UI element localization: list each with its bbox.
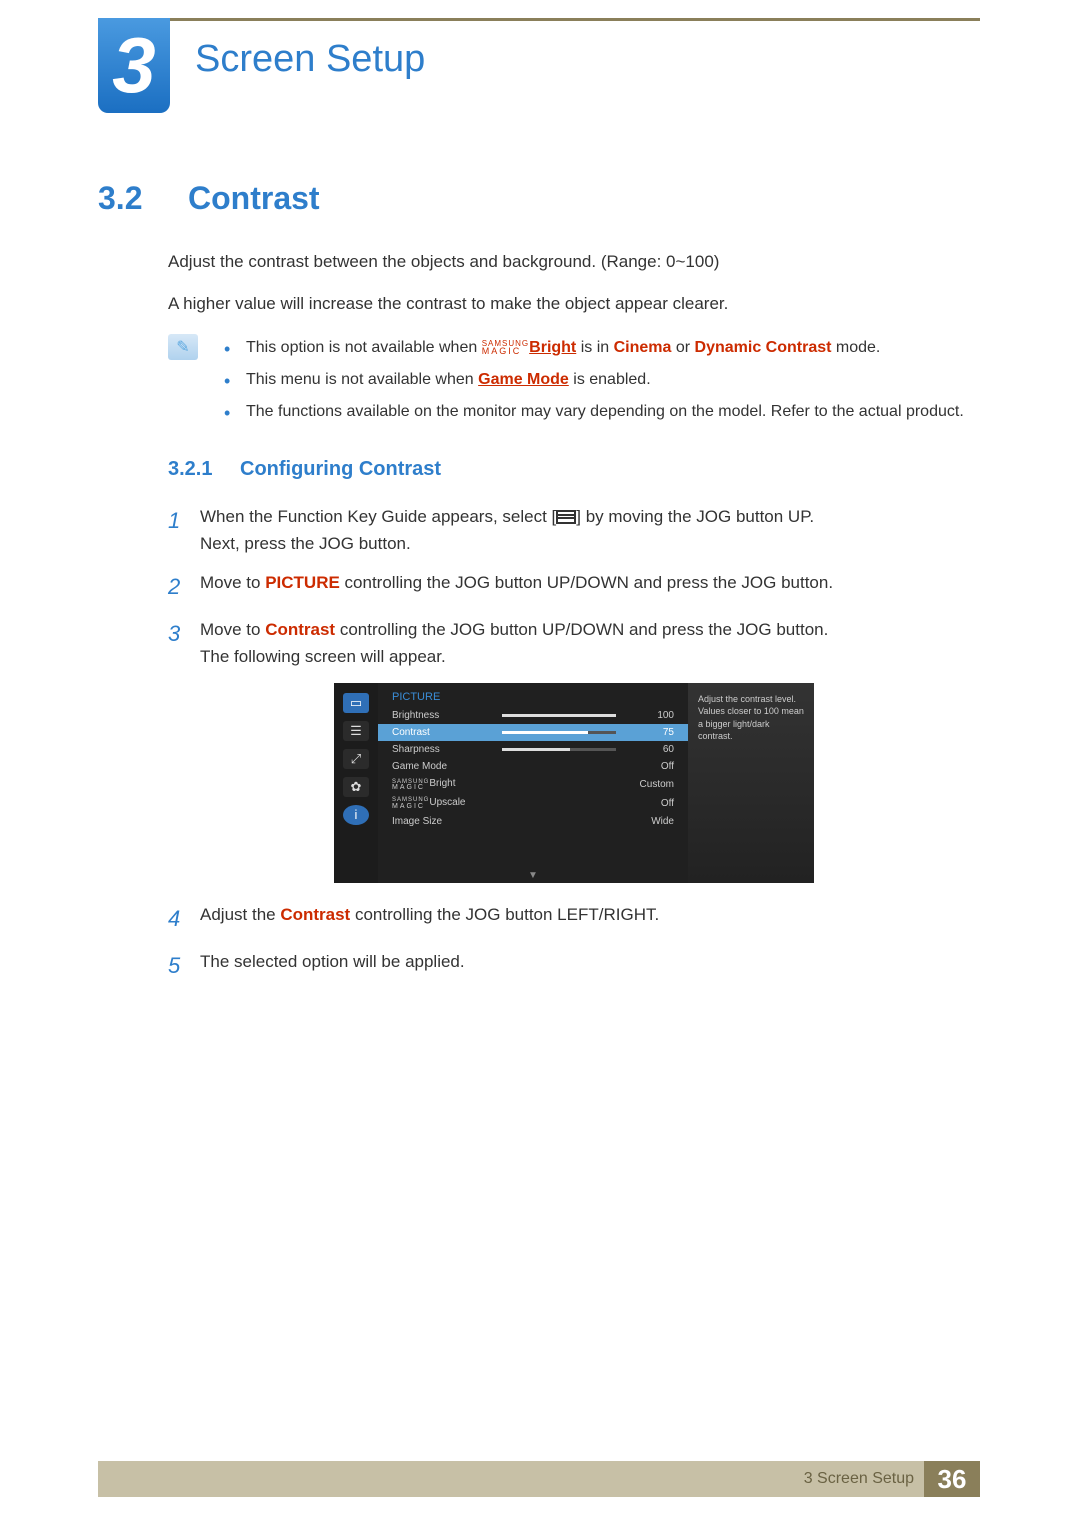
cinema-mode: Cinema bbox=[614, 339, 672, 356]
step-number: 2 bbox=[168, 569, 186, 604]
magic-bright-label: SAMSUNGMAGIC bbox=[482, 340, 529, 355]
chapter-title: Screen Setup bbox=[195, 38, 425, 81]
osd-tab-info-icon[interactable]: i bbox=[343, 805, 369, 825]
intro-paragraph-2: A higher value will increase the contras… bbox=[168, 291, 980, 317]
osd-scroll-down-icon[interactable]: ▼ bbox=[528, 870, 538, 881]
dynamic-contrast-mode: Dynamic Contrast bbox=[695, 339, 832, 356]
step-4: 4 Adjust the Contrast controlling the JO… bbox=[168, 901, 980, 936]
osd-panel: ▭ ☰ ⤢ ✿ i PICTURE Brightness 100 Contras… bbox=[334, 683, 814, 883]
step-number: 1 bbox=[168, 503, 186, 557]
osd-row-magicbright[interactable]: SAMSUNGMAGICBright Custom bbox=[378, 775, 688, 794]
game-mode-link[interactable]: Game Mode bbox=[478, 371, 569, 388]
note-item-2: This menu is not available when Game Mod… bbox=[220, 366, 964, 394]
step-2: 2 Move to PICTURE controlling the JOG bu… bbox=[168, 569, 980, 604]
osd-help-panel: Adjust the contrast level. Values closer… bbox=[688, 683, 814, 883]
page-footer: 3 Screen Setup 36 bbox=[98, 1461, 980, 1497]
osd-main: PICTURE Brightness 100 Contrast 75 Sharp… bbox=[378, 683, 688, 883]
menu-icon bbox=[556, 510, 576, 524]
contrast-option: Contrast bbox=[265, 620, 335, 639]
step-5: 5 The selected option will be applied. bbox=[168, 948, 980, 983]
magic-bright-link[interactable]: Bright bbox=[529, 339, 576, 356]
section-title: Contrast bbox=[188, 180, 320, 217]
chapter-number-badge: 3 bbox=[98, 18, 170, 113]
notes-list: This option is not available when SAMSUN… bbox=[220, 334, 964, 430]
contrast-option: Contrast bbox=[280, 905, 350, 924]
osd-row-magicupscale[interactable]: SAMSUNGMAGICUpscale Off bbox=[378, 794, 688, 813]
intro-paragraph-1: Adjust the contrast between the objects … bbox=[168, 249, 980, 275]
osd-tab-picture-icon[interactable]: ▭ bbox=[343, 693, 369, 713]
section-number: 3.2 bbox=[98, 180, 160, 217]
step-3: 3 Move to Contrast controlling the JOG b… bbox=[168, 616, 980, 670]
note-item-1: This option is not available when SAMSUN… bbox=[220, 334, 964, 362]
osd-row-gamemode[interactable]: Game Mode Off bbox=[378, 758, 688, 775]
osd-sidebar: ▭ ☰ ⤢ ✿ i bbox=[334, 683, 378, 883]
page-number: 36 bbox=[924, 1461, 980, 1497]
osd-row-contrast[interactable]: Contrast 75 bbox=[378, 724, 688, 741]
footer-chapter-label: 3 Screen Setup bbox=[804, 1470, 924, 1488]
step-number: 4 bbox=[168, 901, 186, 936]
subsection-number: 3.2.1 bbox=[168, 458, 220, 481]
note-item-3: The functions available on the monitor m… bbox=[220, 398, 964, 426]
step-number: 3 bbox=[168, 616, 186, 670]
osd-row-sharpness[interactable]: Sharpness 60 bbox=[378, 741, 688, 758]
note-icon: ✎ bbox=[168, 334, 198, 360]
picture-menu: PICTURE bbox=[265, 573, 340, 592]
osd-tab-settings-icon[interactable]: ✿ bbox=[343, 777, 369, 797]
note-text: This option is not available when bbox=[246, 339, 482, 356]
top-divider bbox=[98, 18, 980, 21]
osd-tab-list-icon[interactable]: ☰ bbox=[343, 721, 369, 741]
osd-tab-resize-icon[interactable]: ⤢ bbox=[343, 749, 369, 769]
step-number: 5 bbox=[168, 948, 186, 983]
osd-header: PICTURE bbox=[378, 691, 688, 707]
subsection-title: Configuring Contrast bbox=[240, 458, 441, 481]
osd-row-imagesize[interactable]: Image Size Wide bbox=[378, 813, 688, 830]
step-1: 1 When the Function Key Guide appears, s… bbox=[168, 503, 980, 557]
osd-row-brightness[interactable]: Brightness 100 bbox=[378, 707, 688, 724]
